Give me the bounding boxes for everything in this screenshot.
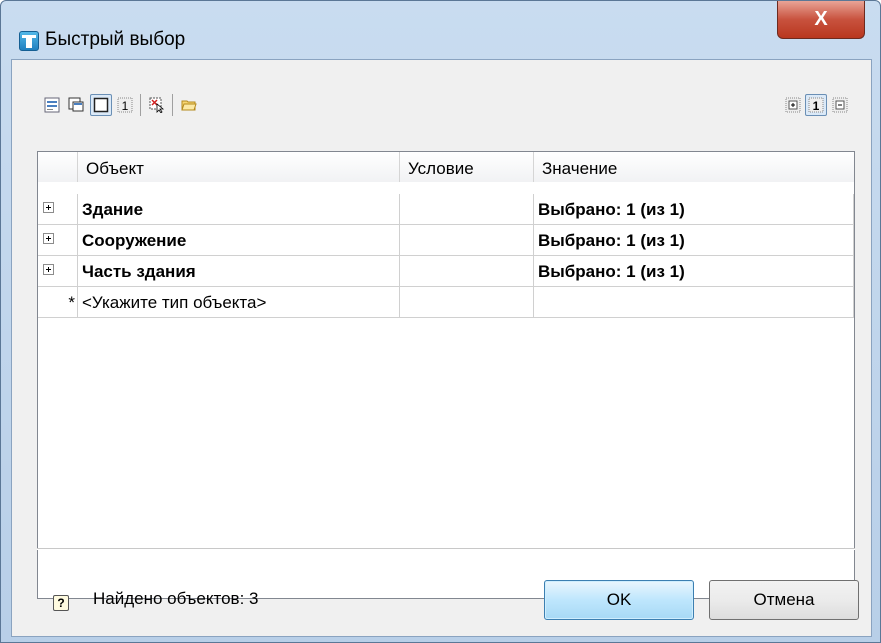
footer-divider [37, 548, 855, 550]
open-folder-icon [181, 100, 197, 111]
expand-all-icon [785, 97, 801, 113]
toolbar-separator [172, 94, 173, 116]
value-cell[interactable]: Выбрано: 1 (из 1) [534, 256, 854, 287]
select-properties-icon [44, 97, 60, 113]
clear-selection-icon [149, 97, 165, 113]
expand-icon[interactable] [43, 264, 54, 275]
condition-cell[interactable] [400, 287, 534, 318]
value-cell[interactable]: Выбрано: 1 (из 1) [534, 225, 854, 256]
expand-all-button[interactable] [782, 94, 804, 116]
expand-icon[interactable] [43, 233, 54, 244]
table-row[interactable]: Здание Выбрано: 1 (из 1) [38, 194, 854, 225]
object-cell[interactable]: Сооружение [78, 225, 400, 256]
show-one-button[interactable]: 1 [805, 94, 827, 116]
select-single-icon: 1 [117, 97, 133, 113]
grid-header-object[interactable]: Объект [78, 152, 400, 182]
new-row-marker: * [38, 287, 78, 318]
object-grid[interactable]: Объект Условие Значение Здание Выбрано: … [37, 151, 855, 599]
condition-cell[interactable] [400, 256, 534, 287]
object-type-placeholder-cell[interactable]: <Укажите тип объекта> [78, 287, 400, 318]
select-frame-icon [93, 97, 109, 113]
value-cell[interactable] [534, 287, 854, 318]
window-title: Быстрый выбор [45, 29, 186, 50]
table-row[interactable]: Часть здания Выбрано: 1 (из 1) [38, 256, 854, 287]
show-one-icon: 1 [808, 97, 824, 113]
row-gutter [38, 256, 78, 287]
select-window-button[interactable] [65, 94, 87, 116]
expand-icon[interactable] [43, 202, 54, 213]
object-cell[interactable]: Здание [78, 194, 400, 225]
found-objects-count: Найдено объектов: 3 [93, 589, 259, 608]
select-single-button[interactable]: 1 [114, 94, 136, 116]
select-properties-button[interactable] [41, 94, 63, 116]
value-cell[interactable]: Выбрано: 1 (из 1) [534, 194, 854, 225]
table-row[interactable]: Сооружение Выбрано: 1 (из 1) [38, 225, 854, 256]
collapse-all-button[interactable] [829, 94, 851, 116]
quick-select-window: Быстрый выбор X 1 1 Объект Условие Значе… [0, 0, 881, 643]
grid-header-condition[interactable]: Условие [400, 152, 534, 182]
select-window-icon [68, 97, 84, 112]
app-icon [19, 31, 39, 51]
ok-button[interactable]: OK [544, 580, 694, 620]
clear-selection-button[interactable] [146, 94, 168, 116]
grid-header-value[interactable]: Значение [534, 152, 854, 182]
open-folder-button[interactable] [178, 94, 200, 116]
row-gutter [38, 194, 78, 225]
help-icon[interactable]: ? [53, 595, 69, 611]
title-bar[interactable]: Быстрый выбор X [1, 1, 881, 51]
row-gutter [38, 225, 78, 256]
close-button[interactable]: X [777, 1, 865, 39]
svg-text:1: 1 [813, 99, 820, 113]
toolbar-separator [140, 94, 141, 116]
object-cell[interactable]: Часть здания [78, 256, 400, 287]
select-frame-button[interactable] [90, 94, 112, 116]
table-row-new[interactable]: * <Укажите тип объекта> [38, 287, 854, 318]
condition-cell[interactable] [400, 194, 534, 225]
grid-header-gutter [38, 152, 78, 182]
svg-text:1: 1 [122, 99, 129, 113]
cancel-button[interactable]: Отмена [709, 580, 859, 620]
condition-cell[interactable] [400, 225, 534, 256]
collapse-all-icon [832, 97, 848, 113]
